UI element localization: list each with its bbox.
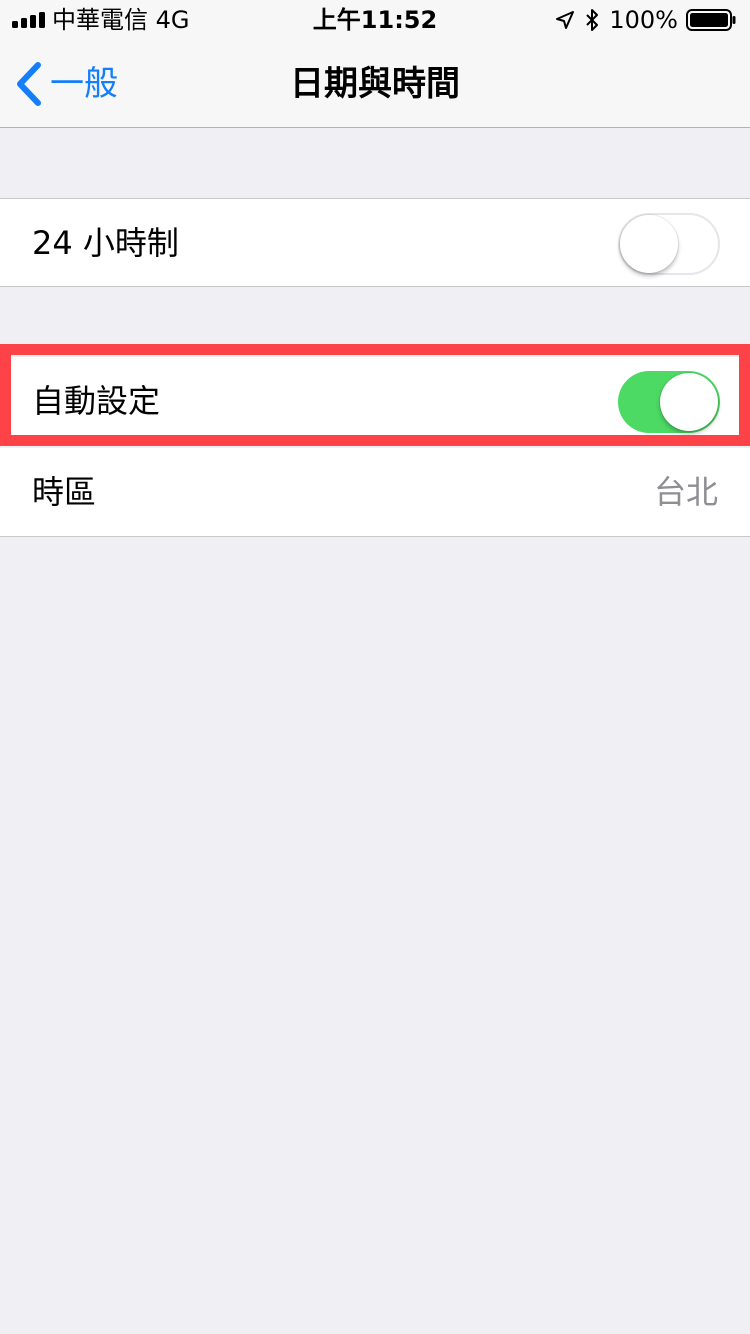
battery-icon <box>686 8 736 32</box>
navigation-bar: 一般 日期與時間 <box>0 40 750 128</box>
toggle-24-hour[interactable] <box>618 213 720 275</box>
status-right: 100% <box>555 6 736 34</box>
status-bar: 中華電信 4G 上午11:52 100% <box>0 0 750 40</box>
settings-screen: 中華電信 4G 上午11:52 100% 一般 日期與時間 24 小時制 自動設… <box>0 0 750 1334</box>
setting-row-time-zone[interactable]: 時區 台北 <box>0 448 750 537</box>
location-arrow-icon <box>555 10 575 30</box>
toggle-auto-set[interactable] <box>618 371 720 433</box>
battery-percent: 100% <box>609 6 678 34</box>
toggle-knob <box>660 373 718 431</box>
page-title: 日期與時間 <box>290 64 460 104</box>
time-zone-value: 台北 <box>653 473 718 511</box>
setting-label-time-zone: 時區 <box>32 473 97 511</box>
setting-row-24-hour: 24 小時制 <box>0 198 750 287</box>
setting-label-24-hour: 24 小時制 <box>32 224 179 262</box>
bluetooth-icon <box>585 8 599 32</box>
setting-label-auto-set: 自動設定 <box>32 382 161 420</box>
setting-row-auto-set: 自動設定 <box>0 357 750 446</box>
toggle-knob <box>620 215 678 273</box>
